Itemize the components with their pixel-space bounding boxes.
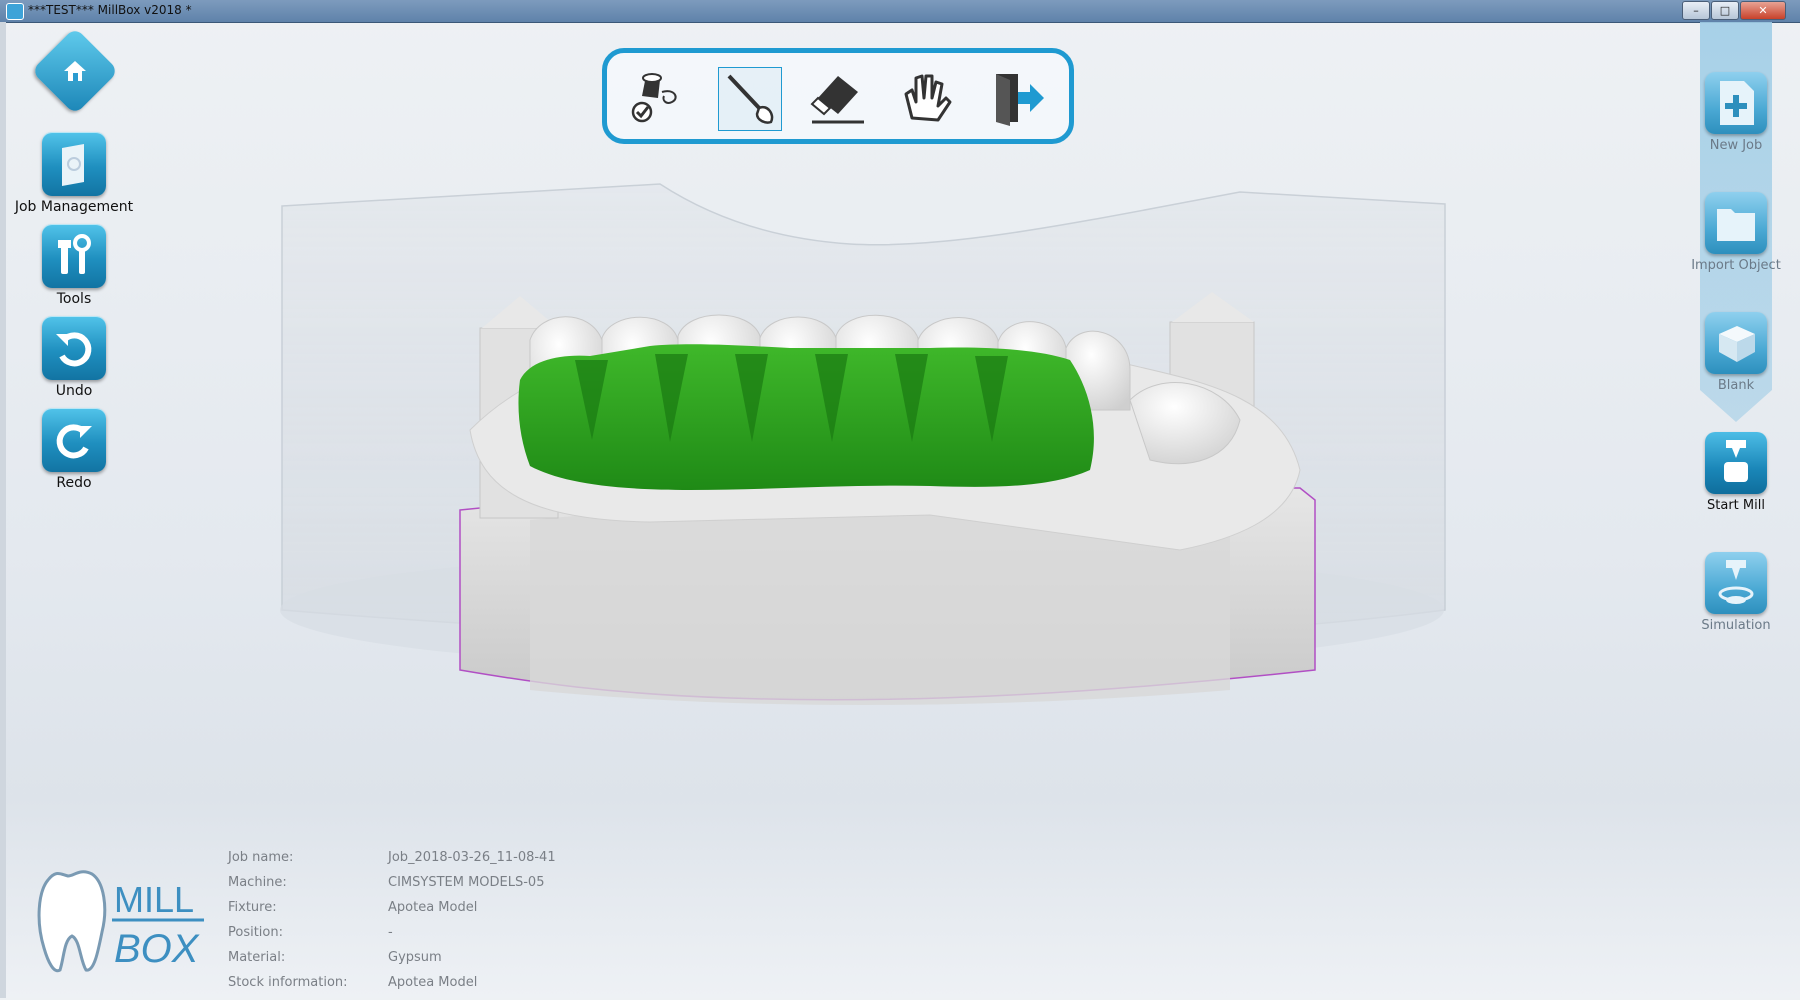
paint-brush-tool[interactable] — [718, 67, 782, 131]
redo-arrow-icon — [42, 408, 106, 472]
job-name-value: Job_2018-03-26_11-08-41 — [388, 850, 556, 865]
start-mill-button[interactable]: Start Mill — [1686, 432, 1786, 513]
millbox-logo: MILL BOX — [28, 862, 208, 980]
logo-box-text: BOX — [114, 927, 200, 971]
close-button[interactable]: ✕ — [1740, 1, 1786, 20]
stock-information-key: Stock information: — [228, 975, 348, 990]
undo-label: Undo — [55, 383, 93, 399]
hands-tool[interactable] — [897, 67, 959, 129]
undo-button[interactable]: Undo — [4, 316, 144, 399]
tools-label: Tools — [56, 291, 92, 307]
minimize-button[interactable]: – — [1682, 1, 1710, 20]
mill-spindle-icon — [1705, 432, 1767, 494]
machine-key: Machine: — [228, 875, 287, 890]
app-icon — [6, 3, 24, 20]
selected-region — [518, 344, 1094, 490]
start-mill-label: Start Mill — [1707, 498, 1765, 513]
fill-check-icon — [631, 73, 677, 123]
import-object-button[interactable]: Import Object — [1686, 192, 1786, 273]
simulation-icon — [1705, 552, 1767, 614]
job-management-label: Job Management — [14, 199, 134, 215]
paint-brush-icon — [727, 74, 774, 124]
material-value: Gypsum — [388, 950, 442, 965]
fill-select-tool[interactable] — [627, 67, 689, 129]
tools-button[interactable]: Tools — [4, 224, 144, 307]
position-value: - — [388, 925, 393, 940]
logo-mill-text: MILL — [114, 879, 194, 920]
simulation-label: Simulation — [1701, 618, 1771, 633]
maximize-button[interactable]: □ — [1711, 1, 1739, 20]
eraser-tool[interactable] — [807, 67, 869, 129]
window-title: ***TEST*** MillBox v2018 * — [28, 3, 192, 17]
redo-button[interactable]: Redo — [4, 408, 144, 491]
home-icon — [59, 55, 91, 87]
hands-icon — [904, 74, 952, 122]
blank-button[interactable]: Blank — [1686, 312, 1786, 393]
exit-tool[interactable] — [987, 67, 1049, 129]
title-bar: ***TEST*** MillBox v2018 * – □ ✕ — [0, 0, 1800, 23]
stock-information-value: Apotea Model — [388, 975, 478, 990]
folder-icon — [1705, 192, 1767, 254]
3d-viewport[interactable] — [230, 170, 1660, 810]
undo-arrow-icon — [42, 316, 106, 380]
material-key: Material: — [228, 950, 286, 965]
brush-toolbar — [602, 48, 1074, 144]
import-object-label: Import Object — [1691, 258, 1781, 273]
exit-door-icon — [996, 74, 1044, 126]
new-job-label: New Job — [1709, 138, 1763, 153]
blank-box-icon — [1705, 312, 1767, 374]
blank-label: Blank — [1717, 378, 1755, 393]
simulation-button[interactable]: Simulation — [1686, 552, 1786, 633]
wrench-hammer-icon — [42, 224, 106, 288]
machine-value: CIMSYSTEM MODELS-05 — [388, 875, 545, 890]
job-folder-icon — [42, 132, 106, 196]
position-key: Position: — [228, 925, 283, 940]
new-job-button[interactable]: New Job — [1686, 72, 1786, 153]
job-name-key: Job name: — [228, 850, 294, 865]
job-management-button[interactable]: Job Management — [4, 132, 144, 215]
eraser-icon — [810, 76, 864, 124]
fixture-value: Apotea Model — [388, 900, 478, 915]
new-document-icon — [1705, 72, 1767, 134]
fixture-key: Fixture: — [228, 900, 277, 915]
redo-label: Redo — [56, 475, 92, 491]
